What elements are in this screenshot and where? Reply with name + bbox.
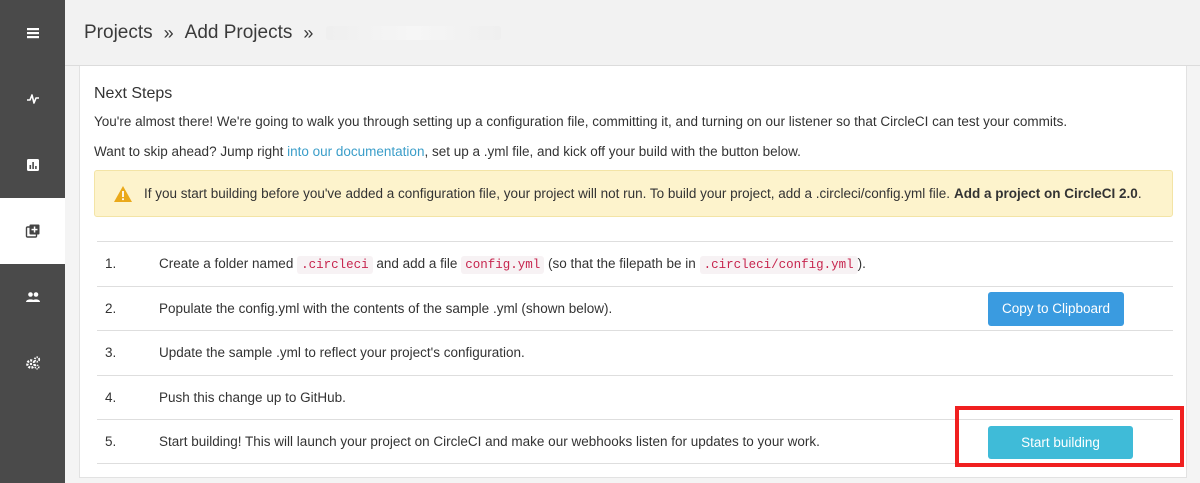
table-row: 1. Create a folder named .circleci and a… [97,241,1173,286]
people-icon [25,292,40,302]
list-icon [26,28,39,39]
code-circleci-folder: .circleci [297,255,373,274]
intro-text: You're almost there! We're going to walk… [94,114,1068,129]
documentation-link[interactable]: into our documentation [287,144,424,159]
table-row: 2. Populate the config.yml with the cont… [97,285,1173,331]
page-title: Next Steps [94,85,173,102]
warning-text-end: . [1137,186,1142,201]
sidebar-item-add-projects[interactable] [0,198,65,264]
breadcrumb: Projects » Add Projects » [84,22,502,44]
page-header: Projects » Add Projects » [65,0,1200,66]
copy-to-clipboard-button[interactable]: Copy to Clipboard [988,291,1124,326]
add-project-2-link[interactable]: Add a project on CircleCI 2.0 [954,186,1138,201]
breadcrumb-projects[interactable]: Projects [84,22,153,44]
skip-ahead-suffix: , set up a .yml file, and kick off your … [424,144,801,159]
bar-chart-icon [26,159,39,171]
step-text: Update the sample .yml to reflect your p… [159,345,525,361]
warning-alert: If you start building before you've adde… [94,170,1173,217]
step-text: Start building! This will launch your pr… [159,433,820,449]
step-text: Populate the config.yml with the content… [159,300,613,316]
code-config-file: config.yml [461,255,545,274]
table-row: 3. Update the sample .yml to reflect you… [97,330,1173,375]
step-number: 4. [105,389,117,405]
step-text-part: ). [857,255,866,271]
breadcrumb-add-projects[interactable]: Add Projects [185,22,293,44]
sidebar-item-settings[interactable] [0,330,65,396]
sidebar-item-stats[interactable] [0,132,65,198]
step-number: 5. [105,433,117,449]
step-text-part: Create a folder named [159,255,298,271]
sidebar-item-team[interactable] [0,264,65,330]
skip-ahead-prefix: Want to skip ahead? Jump right [94,144,288,159]
step-number: 1. [105,256,117,272]
pulse-icon [26,94,39,104]
warning-text: If you start building before you've adde… [144,186,951,201]
sidebar [0,0,65,483]
step-number: 3. [105,345,117,361]
breadcrumb-separator: » [163,22,174,43]
breadcrumb-separator: » [303,22,314,43]
step-text: Create a folder named .circleci and add … [159,255,866,274]
sidebar-item-dashboard[interactable] [0,0,65,66]
skip-ahead-text: Want to skip ahead? Jump right into our … [94,144,801,159]
sidebar-item-insights[interactable] [0,66,65,132]
highlight-box [955,406,1184,467]
gears-icon [25,356,40,370]
code-config-path: .circleci/config.yml [699,255,858,274]
step-text: Push this change up to GitHub. [159,389,346,405]
redacted-project-name [326,26,502,40]
warning-icon [114,185,132,202]
step-number: 2. [105,300,117,316]
add-project-icon [25,224,39,238]
step-text-part: and add a file [372,255,462,271]
step-text-part: (so that the filepath be in [544,255,700,271]
